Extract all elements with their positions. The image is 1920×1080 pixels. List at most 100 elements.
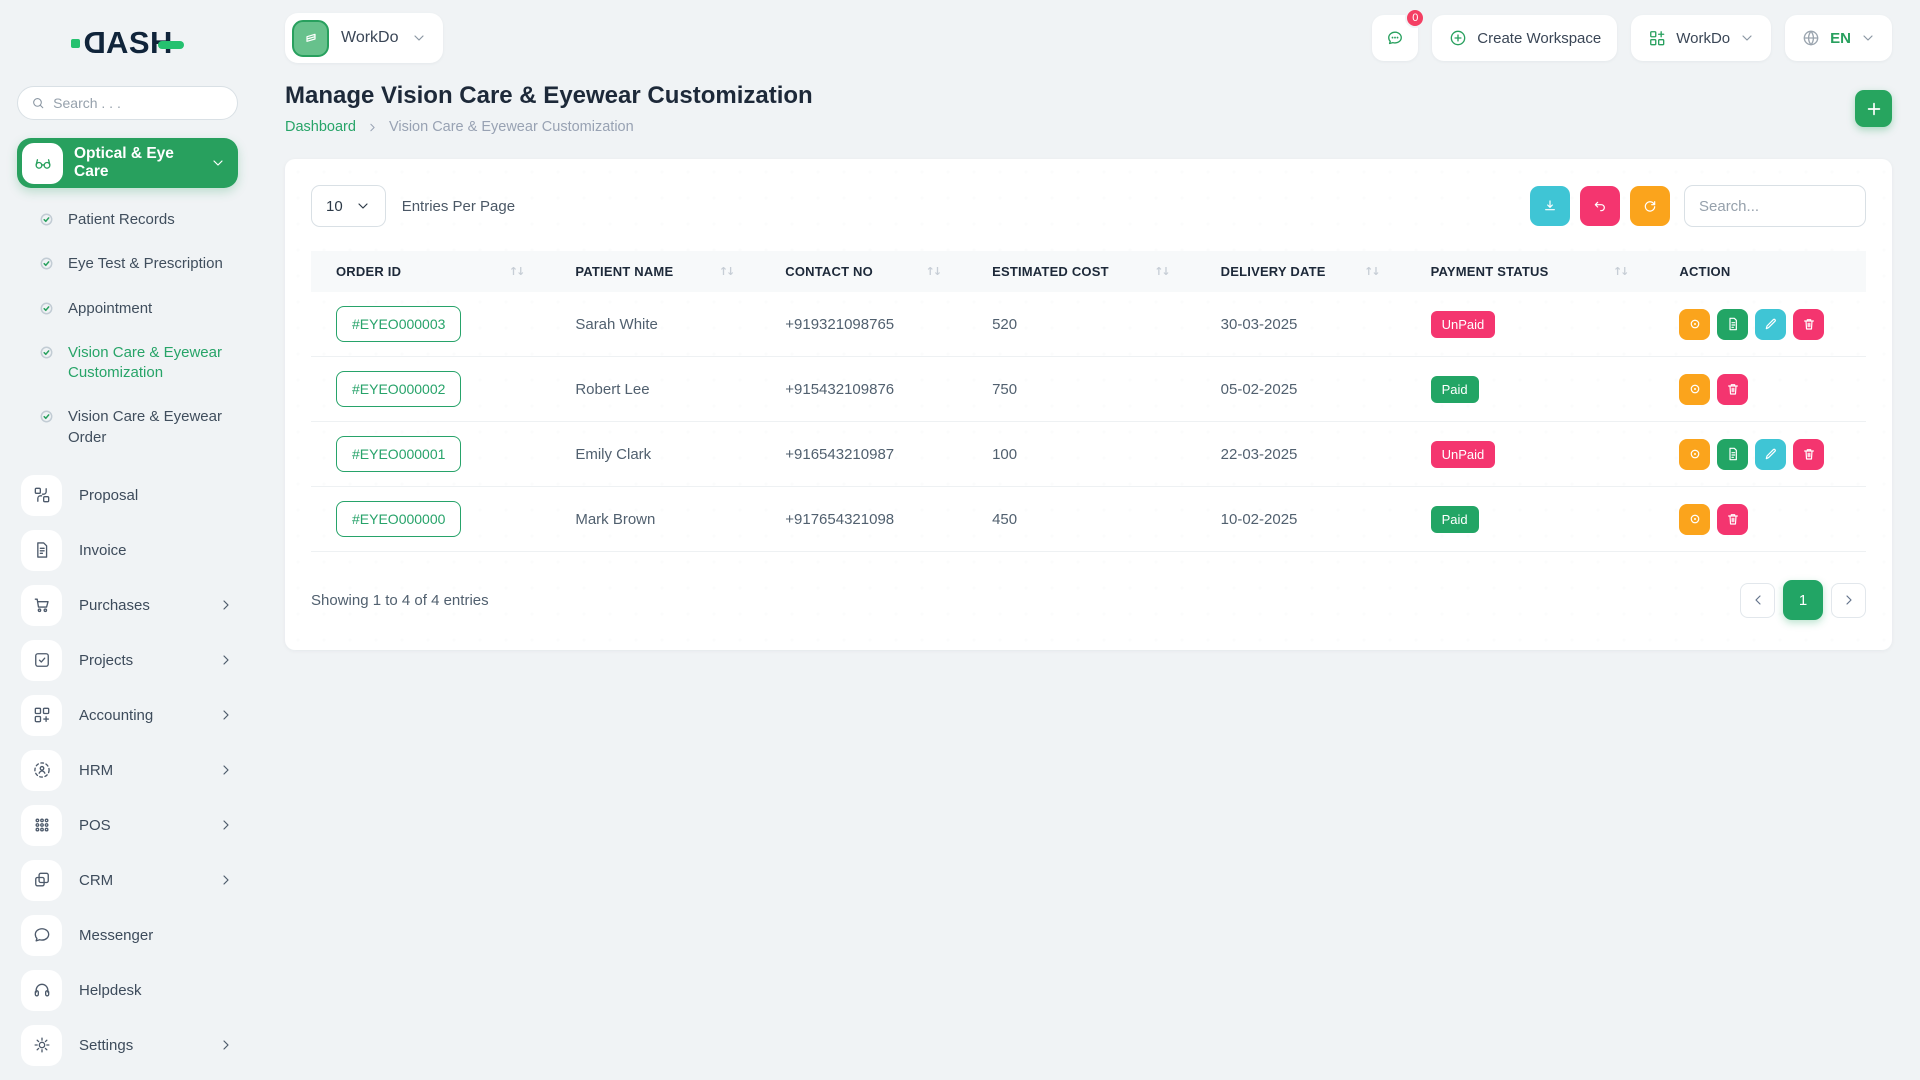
chevron-right-icon: [223, 765, 229, 775]
cost-cell: 100: [992, 421, 1221, 487]
payment-status-badge: UnPaid: [1430, 440, 1496, 468]
invoice-button[interactable]: [1717, 308, 1749, 340]
edit-button[interactable]: [1755, 438, 1787, 470]
workspace-avatar: [292, 19, 329, 57]
sidebar-item-patient-records[interactable]: Patient Records: [17, 198, 238, 242]
sidebar-item-crm[interactable]: CRM: [17, 853, 238, 908]
chevron-down-icon: [413, 35, 424, 41]
helpdesk-icon: [21, 969, 62, 1011]
delivery-date-cell: 05-02-2025: [1220, 356, 1431, 422]
chevron-right-icon: [223, 1040, 229, 1050]
delete-button[interactable]: [1793, 308, 1825, 340]
sidebar-item-label: Projects: [79, 651, 134, 669]
sidebar-item-settings[interactable]: Settings: [17, 1018, 238, 1073]
pencil-icon: [1765, 448, 1776, 460]
next-page-button[interactable]: [1831, 582, 1866, 618]
table-search-input[interactable]: [1684, 185, 1866, 227]
reset-button[interactable]: [1580, 186, 1620, 226]
order-id-chip[interactable]: #EYEO000002: [336, 371, 462, 407]
sidebar-item-helpdesk[interactable]: Helpdesk: [17, 963, 238, 1018]
view-button[interactable]: [1679, 373, 1711, 405]
sidebar-module-optical-eye-care[interactable]: Optical & Eye Care: [17, 138, 238, 188]
entries-per-page-select[interactable]: 10: [311, 185, 386, 227]
contact-cell: +915432109876: [785, 356, 993, 422]
breadcrumb-current: Vision Care & Eyewear Customization: [388, 119, 634, 135]
language-code: EN: [1830, 29, 1851, 47]
export-download-button[interactable]: [1530, 186, 1570, 226]
app-menu-button[interactable]: WorkDo: [1631, 15, 1772, 61]
chevron-right-icon: [223, 655, 229, 665]
invoice-button[interactable]: [1717, 438, 1749, 470]
patient-name-cell: Robert Lee: [575, 356, 786, 422]
glasses-icon: [22, 142, 63, 184]
invoice-icon: [21, 529, 62, 571]
sidebar-search-input[interactable]: [53, 95, 224, 111]
delete-button[interactable]: [1793, 438, 1825, 470]
delete-button[interactable]: [1717, 503, 1749, 535]
current-page-button[interactable]: 1: [1783, 580, 1823, 620]
sort-icon[interactable]: ↑↓: [509, 265, 526, 278]
sidebar-item-eye-test-prescription[interactable]: Eye Test & Prescription: [17, 242, 238, 286]
delete-button[interactable]: [1717, 373, 1749, 405]
row-actions: [1679, 308, 1866, 340]
view-button[interactable]: [1679, 438, 1711, 470]
breadcrumb-dashboard-link[interactable]: Dashboard: [285, 119, 356, 135]
view-button[interactable]: [1679, 308, 1711, 340]
breadcrumb: Dashboard Vision Care & Eyewear Customiz…: [285, 119, 1855, 135]
sort-icon[interactable]: ↑↓: [1364, 265, 1381, 278]
sidebar-item-purchases[interactable]: Purchases: [17, 578, 238, 633]
delivery-date-cell: 22-03-2025: [1220, 421, 1431, 487]
sidebar-main-menu: Proposal Invoice Purchases Projects Acco…: [17, 468, 238, 1073]
column-header: DELIVERY DATE: [1220, 264, 1326, 279]
topbar: WorkDo 0 Create Workspace WorkDo EN: [285, 0, 1892, 68]
sort-icon[interactable]: ↑↓: [1154, 265, 1171, 278]
chevron-right-icon: [223, 710, 229, 720]
sort-icon[interactable]: ↑↓: [1613, 265, 1630, 278]
order-id-chip[interactable]: #EYEO000003: [336, 306, 462, 342]
prev-page-button[interactable]: [1740, 582, 1775, 618]
sidebar-item-label: Messenger: [79, 926, 154, 944]
globe-icon: [1803, 30, 1819, 46]
download-icon: [1545, 200, 1555, 211]
sidebar-item-label: Purchases: [79, 596, 150, 614]
refresh-button[interactable]: [1630, 186, 1670, 226]
sidebar-item-hrm[interactable]: HRM: [17, 743, 238, 798]
entries-per-page-value: 10: [326, 197, 343, 215]
cost-cell: 450: [992, 486, 1221, 552]
edit-button[interactable]: [1755, 308, 1787, 340]
workspace-selector[interactable]: WorkDo: [285, 13, 443, 63]
document-icon: [1729, 317, 1737, 331]
sidebar-item-proposal[interactable]: Proposal: [17, 468, 238, 523]
view-button[interactable]: [1679, 503, 1711, 535]
refresh-icon: [1644, 201, 1656, 212]
table-search: [1684, 185, 1866, 227]
main-area: WorkDo 0 Create Workspace WorkDo EN Mana…: [255, 0, 1920, 1080]
chat-icon: [1388, 31, 1403, 45]
sidebar-item-appointment[interactable]: Appointment: [17, 287, 238, 331]
chevron-right-icon: [223, 820, 229, 830]
sidebar-item-label: Vision Care & Eyewear Order: [68, 408, 222, 446]
messenger-button[interactable]: 0: [1372, 8, 1426, 61]
sidebar-item-accounting[interactable]: Accounting: [17, 688, 238, 743]
add-record-button[interactable]: [1855, 90, 1892, 127]
sidebar-item-vision-care-eyewear-customization[interactable]: Vision Care & Eyewear Customization: [17, 331, 238, 396]
logo-dot-accent: [71, 38, 81, 48]
create-workspace-button[interactable]: Create Workspace: [1432, 15, 1618, 61]
circle-check-icon: [40, 257, 53, 270]
chevron-left-icon: [1754, 595, 1761, 605]
language-selector[interactable]: EN: [1785, 15, 1892, 61]
sidebar-item-vision-care-eyewear-order[interactable]: Vision Care & Eyewear Order: [17, 395, 238, 460]
column-header: CONTACT NO: [785, 264, 873, 279]
chevron-right-icon: [223, 875, 229, 885]
row-actions: [1679, 503, 1866, 535]
sidebar-item-pos[interactable]: POS: [17, 798, 238, 853]
sidebar-item-projects[interactable]: Projects: [17, 633, 238, 688]
order-id-chip[interactable]: #EYEO000000: [336, 501, 462, 537]
sidebar-search[interactable]: [17, 86, 238, 120]
sidebar-item-invoice[interactable]: Invoice: [17, 523, 238, 578]
sort-icon[interactable]: ↑↓: [719, 265, 736, 278]
sidebar-item-messenger[interactable]: Messenger: [17, 908, 238, 963]
sidebar-item-label: Patient Records: [68, 211, 175, 228]
sort-icon[interactable]: ↑↓: [926, 265, 943, 278]
order-id-chip[interactable]: #EYEO000001: [336, 436, 462, 472]
